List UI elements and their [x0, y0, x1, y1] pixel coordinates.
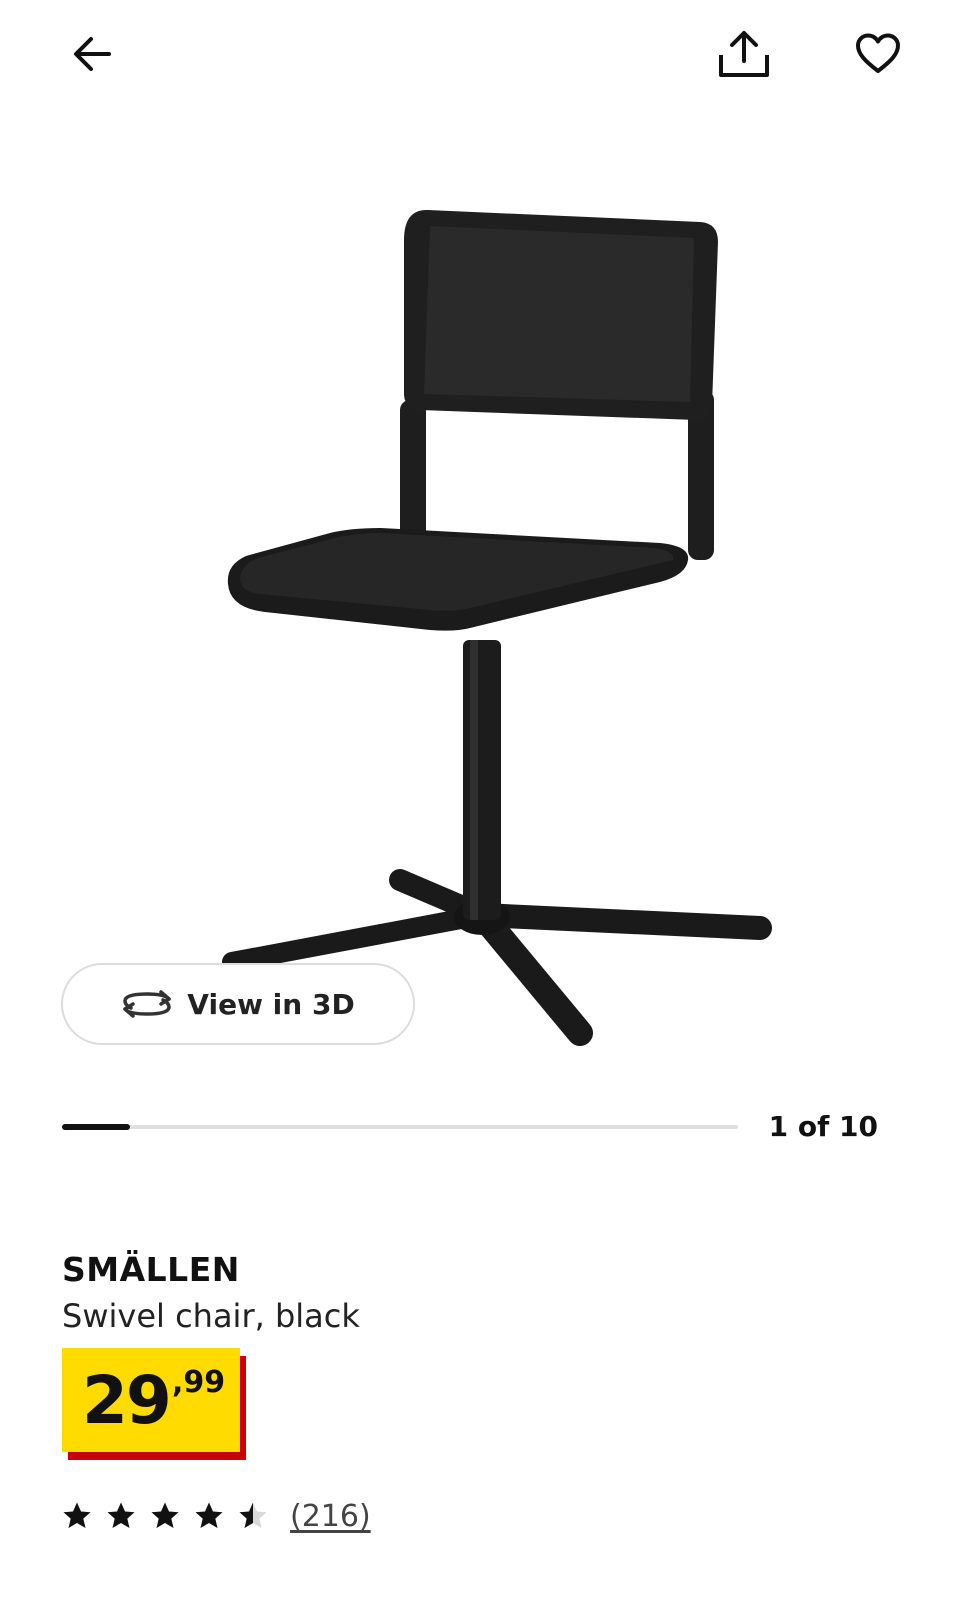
price-tag: 29 ,99: [62, 1348, 246, 1460]
view-in-3d-button[interactable]: View in 3D: [61, 963, 415, 1045]
top-bar: [0, 0, 960, 110]
image-counter: 1 of 10: [768, 1110, 878, 1143]
price-tag-box: 29 ,99: [62, 1348, 240, 1452]
share-icon: [719, 31, 769, 77]
back-button[interactable]: [60, 22, 124, 86]
price-decimal: ,99: [172, 1365, 226, 1400]
star-icon: [239, 1502, 267, 1528]
heart-icon: [856, 33, 900, 73]
product-name: SMÄLLEN: [62, 1250, 240, 1289]
rating-stars: [62, 1501, 268, 1531]
star-icon: [195, 1502, 223, 1528]
review-count-link[interactable]: (216): [290, 1499, 371, 1534]
star-icon: [63, 1502, 91, 1528]
product-rating[interactable]: (216): [62, 1496, 371, 1536]
rotate-3d-icon: [123, 990, 172, 1018]
view-in-3d-label: View in 3D: [187, 987, 355, 1021]
gallery-progress-fill: [62, 1124, 130, 1130]
price-whole: 29: [82, 1362, 172, 1439]
star-icon: [151, 1502, 179, 1528]
gallery-progress: [62, 1124, 738, 1130]
star-icon: [107, 1502, 135, 1528]
arrow-left-icon: [74, 37, 111, 71]
favorite-button[interactable]: [846, 22, 910, 86]
share-button[interactable]: [712, 22, 776, 86]
product-description: Swivel chair, black: [62, 1297, 360, 1335]
product-image[interactable]: [0, 150, 960, 1080]
